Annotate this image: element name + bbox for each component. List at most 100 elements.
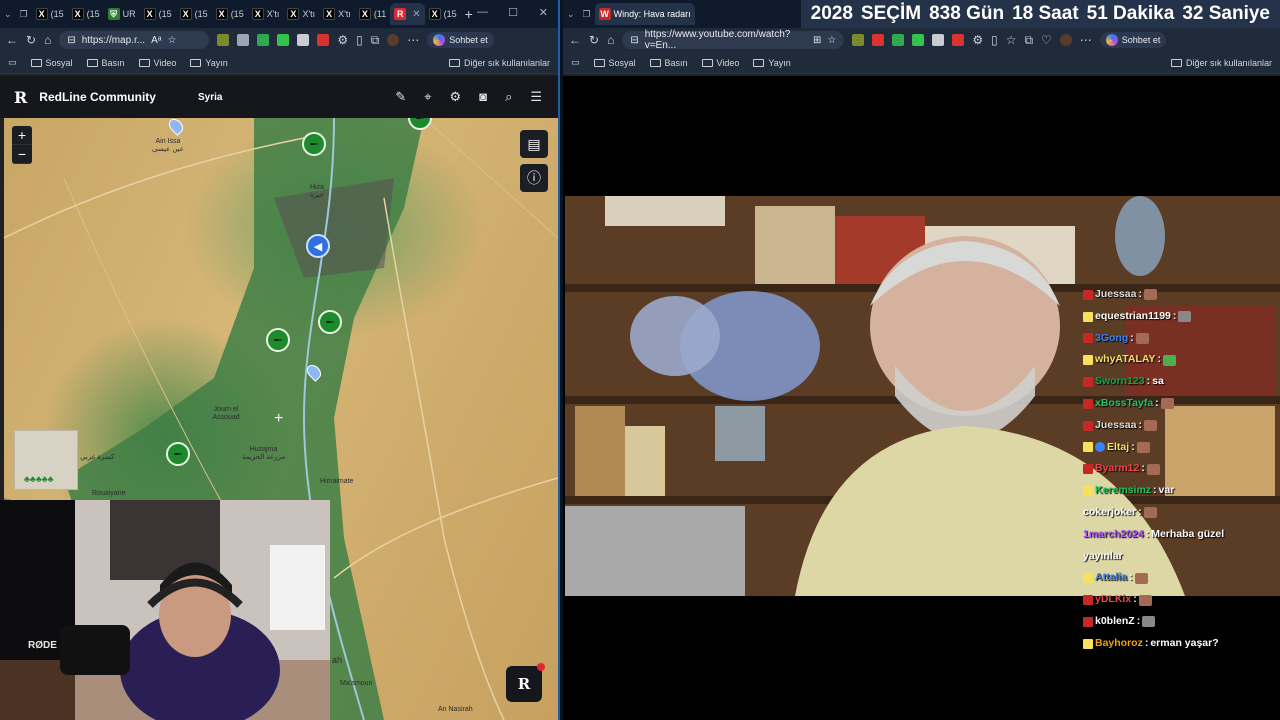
extension-icon[interactable] xyxy=(257,34,270,46)
reading-list-icon[interactable]: ▭ xyxy=(8,57,17,68)
zoom-in-button[interactable]: + xyxy=(12,126,32,145)
youtube-video-player[interactable]: Juessaa: equestrian1199: 3Gong: whyATALA… xyxy=(563,76,1280,720)
tab[interactable]: X X'tı xyxy=(283,3,319,25)
chat-message: Bayhoroz: erman yaşar? xyxy=(1083,633,1273,655)
extensions-puzzle-icon[interactable]: ⚙ xyxy=(337,33,348,47)
site-info-icon[interactable]: ⊟ xyxy=(67,35,75,46)
reading-list-icon[interactable]: ▭ xyxy=(571,57,580,68)
extension-icon[interactable] xyxy=(952,34,965,46)
menu-icon[interactable]: ☰ xyxy=(530,89,542,105)
tab[interactable]: ⛨ UR xyxy=(104,3,140,25)
camera-icon[interactable]: ◙ xyxy=(479,89,487,105)
bookmark-label: Diğer sık kullanılanlar xyxy=(463,57,550,68)
extension-icon[interactable] xyxy=(932,34,945,46)
rifle-icon: ╾ xyxy=(174,447,182,461)
tab-label: (15 xyxy=(443,9,457,19)
more-menu-icon[interactable]: ⋯ xyxy=(407,33,419,47)
tab[interactable]: X (15 xyxy=(176,3,212,25)
extension-icon[interactable] xyxy=(277,34,290,46)
favorite-star-icon[interactable]: ☆ xyxy=(167,35,176,46)
bookmark-folder-sosyal[interactable]: Sosyal xyxy=(30,58,73,68)
map-layers-button[interactable]: ▤ xyxy=(520,130,548,158)
tab-active-redline[interactable]: R ✕ xyxy=(390,3,425,25)
collections-icon[interactable]: ⧉ xyxy=(1024,33,1033,48)
left-browser-window: ⌄ ❐ X (15 X (15 ⛨ UR X (15 X (15 X (15 X X'tı X… xyxy=(0,0,560,720)
military-unit-marker[interactable]: ╾ xyxy=(302,132,326,156)
bookmark-other-favorites[interactable]: Diğer sık kullanılanlar xyxy=(448,57,550,68)
tab[interactable]: X X'tı xyxy=(319,3,355,25)
maximize-icon[interactable]: ☐ xyxy=(508,6,518,19)
minimize-icon[interactable]: — xyxy=(477,6,488,18)
megaphone-event-marker[interactable]: ◀ xyxy=(306,234,330,258)
home-icon[interactable]: ⌂ xyxy=(607,33,614,47)
military-unit-marker[interactable]: ╾ xyxy=(318,310,342,334)
bookmark-other-favorites[interactable]: Diğer sık kullanılanlar xyxy=(1170,58,1272,68)
back-icon[interactable]: ← xyxy=(569,33,581,47)
extension-icon[interactable] xyxy=(872,34,885,46)
extension-icon[interactable] xyxy=(912,34,925,46)
extension-icon[interactable] xyxy=(852,34,865,46)
info-button[interactable]: ⓘ xyxy=(520,164,548,192)
read-aloud-icon[interactable]: Aᵃ xyxy=(151,35,161,46)
bookmark-folder-video[interactable]: Video xyxy=(138,58,176,68)
new-tab-button[interactable]: + xyxy=(461,3,477,25)
open-in-app-icon[interactable]: ⊞ xyxy=(813,35,821,46)
site-info-icon[interactable]: ⊟ xyxy=(630,35,638,46)
profile-avatar[interactable] xyxy=(1059,34,1072,46)
tab[interactable]: X (15 xyxy=(425,3,461,25)
bookmark-folder-video[interactable]: Video xyxy=(701,58,739,68)
search-icon[interactable]: ⌕ xyxy=(505,89,512,105)
extension-icon[interactable] xyxy=(217,34,230,46)
bookmark-label: Yayın xyxy=(205,57,228,68)
military-unit-marker[interactable]: ╾ xyxy=(266,328,290,352)
url-field[interactable]: ⊟ https://map.r... Aᵃ ☆ xyxy=(59,31,210,49)
refresh-icon[interactable]: ↻ xyxy=(589,33,599,47)
tab[interactable]: X (15 xyxy=(140,3,176,25)
bookmark-folder-yayin[interactable]: Yayın xyxy=(190,57,228,68)
split-screen-icon[interactable]: ▯ xyxy=(991,33,998,47)
favorite-star-icon[interactable]: ☆ xyxy=(827,35,836,46)
tab-actions-icon[interactable]: ❐ xyxy=(579,3,595,25)
copilot-chat-button[interactable]: Sohbet et xyxy=(427,32,494,48)
extension-icon[interactable] xyxy=(892,34,905,46)
extension-icon[interactable] xyxy=(317,34,330,46)
region-selector[interactable]: Syria xyxy=(198,92,222,103)
bookmark-folder-basin[interactable]: Basın xyxy=(86,58,125,68)
bookmark-folder-yayin[interactable]: Yayın xyxy=(753,58,791,68)
military-unit-marker[interactable]: ╾ xyxy=(166,442,190,466)
gear-icon[interactable]: ⚙ xyxy=(450,89,462,105)
pen-icon[interactable]: ✎ xyxy=(395,89,406,105)
tab[interactable]: X (15 xyxy=(68,3,104,25)
home-icon[interactable]: ⌂ xyxy=(44,33,51,47)
url-field[interactable]: ⊟ https://www.youtube.com/watch?v=En... … xyxy=(622,29,845,51)
tab-list-button[interactable]: ⌄ xyxy=(0,3,16,25)
browser-essentials-icon[interactable]: ♡ xyxy=(1041,33,1052,47)
refresh-icon[interactable]: ↻ xyxy=(26,33,36,47)
tab[interactable]: X (11 xyxy=(355,3,390,25)
close-window-icon[interactable]: ✕ xyxy=(539,6,548,19)
more-menu-icon[interactable]: ⋯ xyxy=(1080,33,1092,47)
tab-actions-icon[interactable]: ❐ xyxy=(16,3,32,25)
close-tab-icon[interactable]: ✕ xyxy=(412,9,420,20)
tab-active-windy[interactable]: W Windy: Hava radarı xyxy=(594,3,695,25)
tab-list-button[interactable]: ⌄ xyxy=(563,3,579,25)
favorites-icon[interactable]: ☆ xyxy=(1006,33,1017,47)
tab[interactable]: X X'tı xyxy=(248,3,284,25)
back-icon[interactable]: ← xyxy=(6,33,18,47)
location-pin-icon[interactable]: ⌖ xyxy=(424,89,431,105)
extension-icon[interactable] xyxy=(237,34,250,46)
zoom-out-button[interactable]: − xyxy=(12,145,32,164)
bookmark-folder-basin[interactable]: Basın xyxy=(649,58,688,68)
extensions-puzzle-icon[interactable]: ⚙ xyxy=(972,33,983,47)
extension-icon[interactable] xyxy=(297,34,310,46)
tab-label: X'tı xyxy=(266,9,280,19)
copilot-chat-button[interactable]: Sohbet et xyxy=(1099,32,1167,48)
redline-logo[interactable]: R xyxy=(14,88,27,107)
tab[interactable]: X (15 xyxy=(32,3,68,25)
profile-avatar[interactable] xyxy=(387,34,400,46)
redline-fab-button[interactable]: R xyxy=(506,663,545,702)
collections-icon[interactable]: ⧉ xyxy=(371,33,380,48)
bookmark-folder-sosyal[interactable]: Sosyal xyxy=(593,58,636,68)
split-screen-icon[interactable]: ▯ xyxy=(356,33,363,47)
tab[interactable]: X (15 xyxy=(212,3,248,25)
